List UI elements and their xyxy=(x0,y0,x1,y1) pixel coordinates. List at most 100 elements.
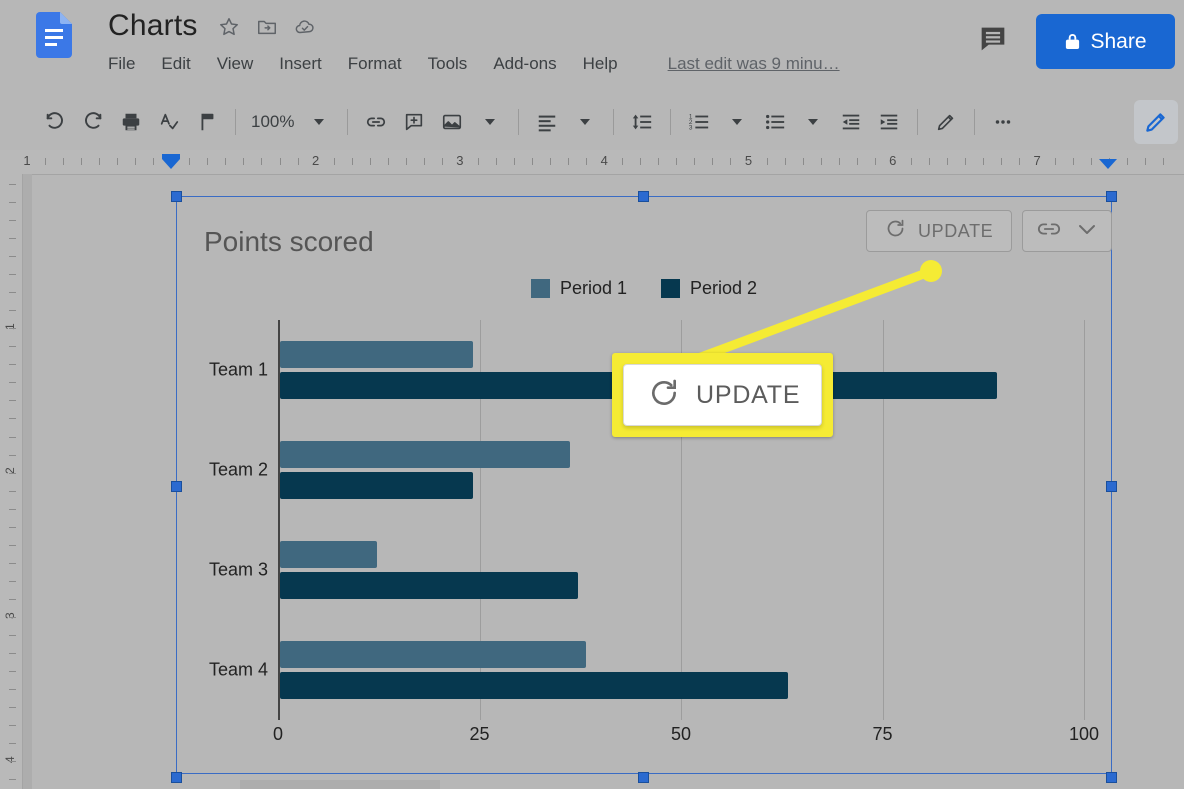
chevron-down-icon[interactable] xyxy=(794,103,832,141)
add-comment-icon[interactable] xyxy=(395,103,433,141)
chart-bar xyxy=(280,572,579,599)
zoom-level[interactable]: 100% xyxy=(245,112,300,132)
selection-handle-se[interactable] xyxy=(1106,772,1117,783)
undo-icon[interactable] xyxy=(36,103,74,141)
ruler-tick xyxy=(261,158,263,165)
increase-indent-icon[interactable] xyxy=(870,103,908,141)
menu-item-tools[interactable]: Tools xyxy=(428,54,468,74)
decrease-indent-icon[interactable] xyxy=(832,103,870,141)
app-header: Charts File Edit View Insert Format Tool… xyxy=(0,0,1184,90)
bulleted-list-icon[interactable] xyxy=(756,103,794,141)
legend-item: Period 2 xyxy=(661,278,757,299)
spelling-check-icon[interactable] xyxy=(150,103,188,141)
redo-icon[interactable] xyxy=(74,103,112,141)
update-button-label: UPDATE xyxy=(918,220,994,241)
selection-handle-ne[interactable] xyxy=(1106,191,1117,202)
menu-item-format[interactable]: Format xyxy=(348,54,402,74)
ruler-tick xyxy=(9,671,16,672)
more-options-icon[interactable] xyxy=(984,103,1022,141)
ruler-tick xyxy=(9,580,16,582)
ruler-tick xyxy=(1001,158,1003,165)
last-edit-status[interactable]: Last edit was 9 minu… xyxy=(668,54,840,74)
ruler-tick xyxy=(9,418,16,420)
menu-item-help[interactable]: Help xyxy=(583,54,618,74)
first-line-indent-marker[interactable] xyxy=(162,154,180,159)
toolbar: 100% 1 2 3 xyxy=(0,96,1184,148)
menu-item-edit[interactable]: Edit xyxy=(161,54,190,74)
ruler-number: 6 xyxy=(889,153,897,168)
ruler-tick xyxy=(333,158,335,165)
ruler-tick xyxy=(9,526,16,528)
chevron-down-icon[interactable] xyxy=(300,103,338,141)
title-icon-group xyxy=(218,16,316,38)
chevron-down-icon[interactable] xyxy=(566,103,604,141)
chevron-down-icon[interactable] xyxy=(471,103,509,141)
paint-format-icon[interactable] xyxy=(188,103,226,141)
numbered-list-icon[interactable]: 1 2 3 xyxy=(680,103,718,141)
chart-title: Points scored xyxy=(204,226,374,257)
selection-handle-nw[interactable] xyxy=(171,191,182,202)
ruler-tick xyxy=(9,634,16,636)
right-indent-marker[interactable] xyxy=(1099,159,1117,169)
selection-handle-sw[interactable] xyxy=(171,772,182,783)
selection-handle-w[interactable] xyxy=(171,481,182,492)
share-button[interactable]: Share xyxy=(1036,14,1175,69)
left-indent-marker[interactable] xyxy=(162,159,180,169)
ruler-tick xyxy=(405,158,407,165)
toolbar-divider xyxy=(613,109,615,135)
y-axis-category-label: Team 1 xyxy=(208,359,268,380)
edit-mode-button[interactable] xyxy=(1134,100,1178,144)
menu-bar: File Edit View Insert Format Tools Add-o… xyxy=(108,54,840,74)
print-icon[interactable] xyxy=(112,103,150,141)
link-icon[interactable] xyxy=(357,103,395,141)
menu-item-addons[interactable]: Add-ons xyxy=(493,54,556,74)
pencil-icon[interactable] xyxy=(927,103,965,141)
vertical-ruler[interactable]: 1234 xyxy=(0,174,23,789)
svg-text:3: 3 xyxy=(689,124,693,131)
selection-handle-s[interactable] xyxy=(638,772,649,783)
y-axis-category-label: Team 4 xyxy=(208,659,268,680)
ruler-tick xyxy=(9,689,16,691)
link-icon xyxy=(1037,220,1061,243)
selection-handle-n[interactable] xyxy=(638,191,649,202)
ruler-tick xyxy=(243,158,245,165)
legend-swatch-icon xyxy=(530,279,550,298)
ruler-tick xyxy=(81,158,83,165)
line-spacing-icon[interactable] xyxy=(623,103,661,141)
ruler-tick xyxy=(477,158,479,165)
refresh-icon xyxy=(885,218,906,244)
ruler-tick xyxy=(874,158,876,165)
ruler-tick xyxy=(1127,158,1129,165)
link-options-button[interactable] xyxy=(1022,210,1113,252)
ruler-tick xyxy=(694,158,696,165)
menu-item-file[interactable]: File xyxy=(108,54,135,74)
ruler-tick xyxy=(9,202,16,204)
update-button[interactable]: UPDATE xyxy=(866,210,1013,252)
chevron-down-icon[interactable] xyxy=(718,103,756,141)
x-axis-tick-label: 0 xyxy=(272,724,284,744)
document-title[interactable]: Charts xyxy=(108,9,198,43)
ruler-tick xyxy=(9,472,16,474)
ruler-tick xyxy=(9,725,16,727)
ruler-number: 3 xyxy=(456,153,464,168)
horizontal-ruler[interactable]: 11234567 xyxy=(0,150,1184,175)
insert-image-icon[interactable] xyxy=(433,103,471,141)
menu-item-insert[interactable]: Insert xyxy=(279,54,322,74)
comment-icon[interactable] xyxy=(976,22,1010,56)
move-to-folder-icon[interactable] xyxy=(256,16,278,38)
chart-bar xyxy=(280,641,587,668)
google-docs-icon[interactable] xyxy=(36,12,72,58)
align-icon[interactable] xyxy=(528,103,566,141)
cloud-saved-icon[interactable] xyxy=(294,16,316,38)
ruler-tick xyxy=(9,220,16,222)
callout-update-button[interactable]: UPDATE xyxy=(623,364,822,426)
chart-object[interactable]: Points scored Period 1 Period 2 0 25 50 75 10… xyxy=(171,191,1117,783)
page-bottom-edge xyxy=(240,780,440,789)
star-icon[interactable] xyxy=(218,16,240,38)
selection-handle-e[interactable] xyxy=(1106,481,1117,492)
ruler-tick xyxy=(514,158,515,165)
menu-item-view[interactable]: View xyxy=(217,54,254,74)
ruler-number: 7 xyxy=(1033,153,1041,168)
ruler-tick xyxy=(838,158,840,165)
ruler-tick xyxy=(784,158,786,165)
